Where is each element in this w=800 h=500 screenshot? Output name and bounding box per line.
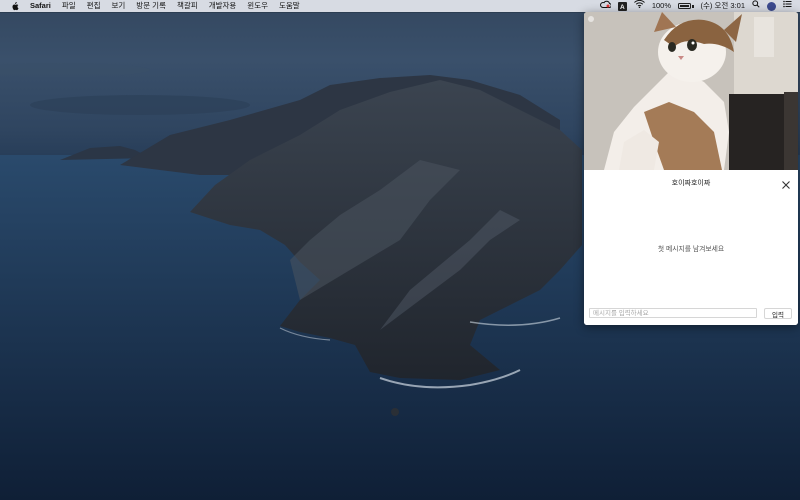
chat-area: 호이짜호이짜 첫 메시지를 남겨보세요 입력 (584, 170, 798, 325)
chat-panel-window: 호이짜호이짜 첫 메시지를 남겨보세요 입력 (584, 12, 798, 325)
menu-bookmarks[interactable]: 책갈피 (177, 0, 198, 12)
cat-video-image (584, 12, 798, 170)
menu-develop[interactable]: 개발자용 (209, 0, 237, 12)
close-icon[interactable] (781, 177, 791, 189)
send-button[interactable]: 입력 (764, 308, 792, 319)
menu-bar: Safari 파일 편집 보기 방문 기록 책갈피 개발자용 윈도우 도움말 A… (0, 0, 800, 12)
menubar-clock[interactable]: (수) 오전 3:01 (701, 0, 745, 12)
input-source-indicator[interactable]: A (617, 1, 627, 11)
menu-window[interactable]: 윈도우 (247, 0, 268, 12)
window-handle-dot[interactable] (588, 16, 594, 22)
apple-logo-icon[interactable] (10, 0, 20, 12)
menu-view[interactable]: 보기 (111, 0, 125, 12)
wifi-icon[interactable] (633, 0, 645, 12)
menu-edit[interactable]: 편집 (87, 0, 101, 12)
search-icon[interactable] (752, 0, 760, 12)
video-feed (584, 12, 798, 170)
menu-app-safari[interactable]: Safari (30, 0, 51, 12)
menu-help[interactable]: 도움말 (279, 0, 300, 12)
control-center-icon[interactable] (783, 0, 792, 12)
user-avatar-icon[interactable] (767, 1, 776, 11)
battery-percent[interactable]: 100% (652, 0, 671, 12)
message-input[interactable] (589, 308, 757, 318)
chat-room-title: 호이짜호이짜 (671, 180, 711, 187)
menu-history[interactable]: 방문 기록 (136, 0, 166, 12)
creative-cloud-icon[interactable] (599, 0, 612, 13)
menu-file[interactable]: 파일 (62, 0, 76, 12)
empty-chat-message: 첫 메시지를 남겨보세요 (657, 246, 725, 253)
battery-icon[interactable] (678, 3, 694, 9)
